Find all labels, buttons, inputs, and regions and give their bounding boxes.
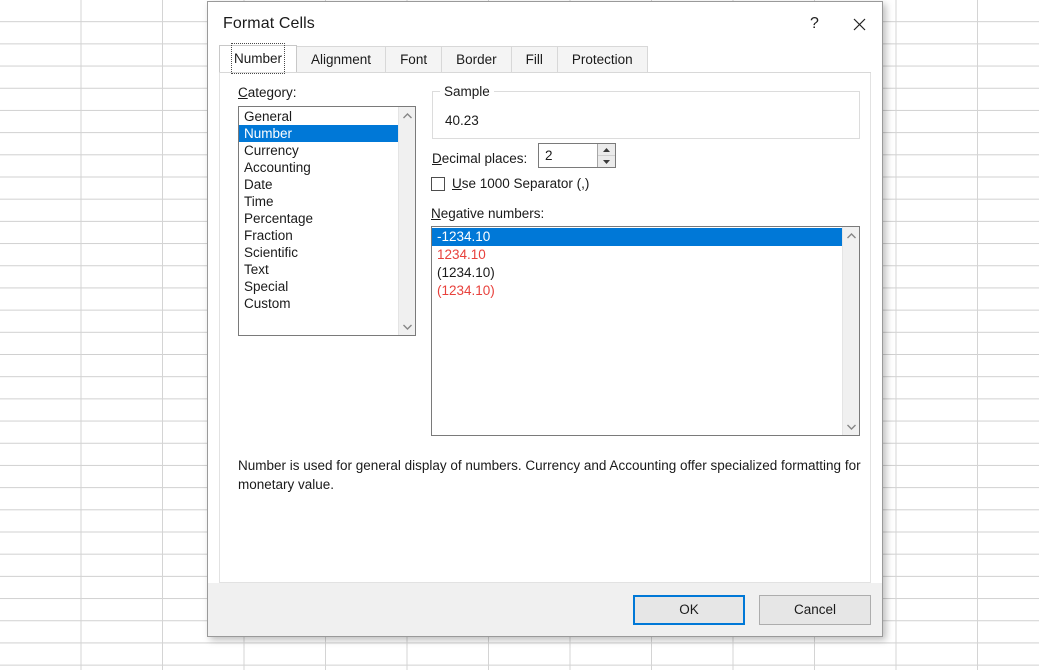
category-item-currency[interactable]: Currency — [239, 142, 398, 159]
thousands-separator-checkbox[interactable] — [431, 177, 445, 191]
sample-groupbox — [432, 91, 860, 139]
category-item-scientific[interactable]: Scientific — [239, 244, 398, 261]
negative-numbers-label: Negative numbers: — [431, 206, 544, 221]
category-item-general[interactable]: General — [239, 108, 398, 125]
negative-numbers-listbox[interactable]: -1234.10 1234.10 (1234.10) (1234.10) — [431, 226, 860, 436]
number-tab-panel: Category: General Number Currency Accoun… — [219, 73, 871, 583]
thousands-separator-label: Use 1000 Separator (,) — [452, 176, 589, 191]
negative-numbers-scrollbar[interactable] — [842, 227, 859, 435]
close-icon — [853, 18, 866, 31]
titlebar-buttons: ? — [792, 2, 882, 46]
chevron-down-icon — [402, 323, 413, 331]
tab-protection[interactable]: Protection — [557, 46, 648, 72]
category-item-custom[interactable]: Custom — [239, 295, 398, 312]
category-scrollbar[interactable] — [398, 107, 415, 335]
negative-format-minus[interactable]: -1234.10 — [432, 228, 842, 246]
negative-format-parens[interactable]: (1234.10) — [432, 264, 842, 282]
close-button[interactable] — [837, 2, 882, 46]
negative-numbers-list[interactable]: -1234.10 1234.10 (1234.10) (1234.10) — [432, 227, 842, 435]
category-item-time[interactable]: Time — [239, 193, 398, 210]
negative-scroll-up-button[interactable] — [843, 227, 859, 244]
tab-number[interactable]: Number — [219, 45, 297, 72]
tab-alignment[interactable]: Alignment — [296, 46, 386, 72]
tab-number-label: Number — [234, 46, 282, 71]
help-button[interactable]: ? — [792, 2, 837, 46]
sample-legend: Sample — [440, 84, 494, 99]
spinner-down-icon — [602, 159, 611, 165]
decimal-places-increment-button[interactable] — [598, 144, 615, 156]
category-scroll-up-button[interactable] — [399, 107, 415, 124]
negative-format-red[interactable]: 1234.10 — [432, 246, 842, 264]
chevron-up-icon — [846, 232, 857, 240]
category-list[interactable]: General Number Currency Accounting Date … — [239, 107, 398, 335]
chevron-up-icon — [402, 112, 413, 120]
category-label: Category: — [238, 85, 297, 100]
tab-font[interactable]: Font — [385, 46, 442, 72]
category-item-text[interactable]: Text — [239, 261, 398, 278]
tab-alignment-label: Alignment — [311, 52, 371, 67]
dialog-footer: OK Cancel — [208, 583, 882, 636]
category-item-fraction[interactable]: Fraction — [239, 227, 398, 244]
negative-format-parens-red[interactable]: (1234.10) — [432, 282, 842, 300]
cancel-button[interactable]: Cancel — [759, 595, 871, 625]
category-item-percentage[interactable]: Percentage — [239, 210, 398, 227]
tab-border[interactable]: Border — [441, 46, 512, 72]
decimal-places-stepper[interactable]: 2 — [538, 143, 616, 168]
category-item-number[interactable]: Number — [239, 125, 398, 142]
decimal-places-decrement-button[interactable] — [598, 156, 615, 167]
tab-fill[interactable]: Fill — [511, 46, 558, 72]
tab-protection-label: Protection — [572, 52, 633, 67]
category-item-special[interactable]: Special — [239, 278, 398, 295]
ok-button[interactable]: OK — [633, 595, 745, 625]
question-mark-icon: ? — [810, 15, 819, 33]
category-description: Number is used for general display of nu… — [238, 456, 862, 494]
category-item-date[interactable]: Date — [239, 176, 398, 193]
chevron-down-icon — [846, 423, 857, 431]
tab-font-label: Font — [400, 52, 427, 67]
thousands-separator-row[interactable]: Use 1000 Separator (,) — [431, 176, 589, 191]
negative-scroll-down-button[interactable] — [843, 418, 859, 435]
decimal-places-input[interactable]: 2 — [539, 144, 597, 167]
tab-strip: Number Alignment Font Border Fill Protec… — [219, 46, 871, 73]
category-scroll-down-button[interactable] — [399, 318, 415, 335]
tab-border-label: Border — [456, 52, 497, 67]
dialog-titlebar: Format Cells ? — [208, 2, 882, 46]
dialog-title: Format Cells — [223, 15, 315, 33]
spinner-up-icon — [602, 147, 611, 153]
decimal-places-spin-buttons — [597, 144, 615, 167]
decimal-places-label: Decimal places: — [432, 151, 527, 166]
category-listbox[interactable]: General Number Currency Accounting Date … — [238, 106, 416, 336]
format-cells-dialog: Format Cells ? Number Alignment Font Bor… — [207, 1, 883, 637]
tab-fill-label: Fill — [526, 52, 543, 67]
sample-value: 40.23 — [445, 113, 479, 128]
category-item-accounting[interactable]: Accounting — [239, 159, 398, 176]
